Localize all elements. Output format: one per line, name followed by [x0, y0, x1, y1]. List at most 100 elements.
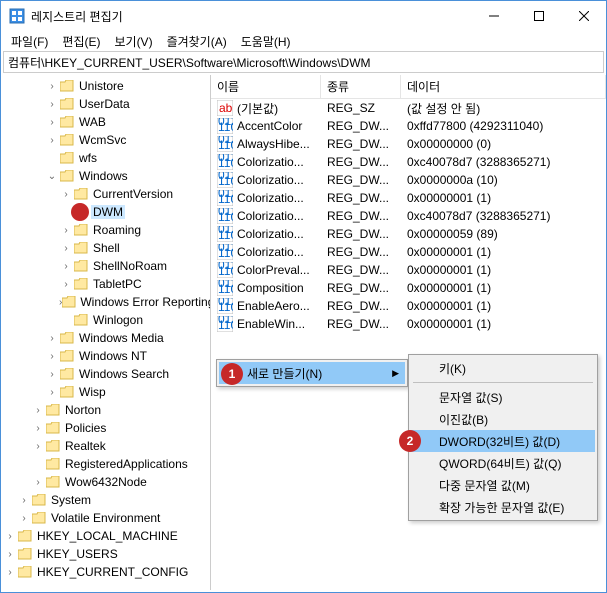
tree-item-label: Windows Error Reporting [78, 295, 211, 309]
context-item-new[interactable]: 새로 만들기(N) ▶ [219, 362, 405, 384]
list-row[interactable]: 011110Colorizatio...REG_DW...0x00000001 … [211, 243, 606, 261]
menu-favorites[interactable]: 즐겨찾기(A) [161, 31, 233, 52]
tree-item-label: Roaming [91, 223, 143, 237]
expander-icon[interactable]: › [59, 261, 73, 272]
context-item-expandstring[interactable]: 확장 가능한 문자열 값(E) [411, 496, 595, 518]
list-row[interactable]: 011110AccentColorREG_DW...0xffd77800 (42… [211, 117, 606, 135]
tree-item[interactable]: › UserData [3, 95, 208, 113]
list-pane[interactable]: 이름 종류 데이터 ab(기본값)REG_SZ(값 설정 안 됨)011110A… [211, 75, 606, 590]
list-row[interactable]: ab(기본값)REG_SZ(값 설정 안 됨) [211, 99, 606, 117]
tree-item[interactable]: › Volatile Environment [3, 509, 208, 527]
tree-item[interactable]: ›ShellNoRoam [3, 257, 208, 275]
expander-icon[interactable]: › [45, 351, 59, 362]
expander-icon[interactable]: › [31, 441, 45, 452]
expander-icon[interactable]: › [45, 387, 59, 398]
header-type[interactable]: 종류 [321, 75, 401, 99]
list-row[interactable]: 011110Colorizatio...REG_DW...0x0000000a … [211, 171, 606, 189]
value-data: 0x00000059 (89) [401, 226, 606, 242]
tree-item[interactable]: ›Shell [3, 239, 208, 257]
tree-item[interactable]: ›Realtek [3, 437, 208, 455]
tree-item[interactable]: ›WAB [3, 113, 208, 131]
context-item-qword[interactable]: QWORD(64비트) 값(Q) [411, 452, 595, 474]
tree-item-label: Volatile Environment [49, 511, 162, 525]
tree-item[interactable]: DWM [3, 203, 208, 221]
tree-item[interactable]: ›Windows Error Reporting [3, 293, 208, 311]
tree-item[interactable]: wfs [3, 149, 208, 167]
expander-icon[interactable]: › [31, 405, 45, 416]
tree-pane[interactable]: ›Unistore›UserData›WAB›WcmSvcwfs⌄Windows… [1, 75, 211, 590]
expander-icon[interactable]: › [3, 567, 17, 578]
tree-item[interactable]: Winlogon [3, 311, 208, 329]
context-item-string[interactable]: 문자열 값(S) [411, 386, 595, 408]
list-row[interactable]: 011110Colorizatio...REG_DW...0x00000059 … [211, 225, 606, 243]
expander-icon[interactable]: › [45, 117, 59, 128]
tree-item[interactable]: ›Windows Search [3, 365, 208, 383]
list-row[interactable]: 011110CompositionREG_DW...0x00000001 (1) [211, 279, 606, 297]
tree-item[interactable]: ›HKEY_CURRENT_CONFIG [3, 563, 208, 581]
context-item-dword[interactable]: 2 DWORD(32비트) 값(D) [411, 430, 595, 452]
context-item-binary[interactable]: 이진값(B) [411, 408, 595, 430]
tree-item[interactable]: ⌄Windows [3, 167, 208, 185]
menu-edit[interactable]: 편집(E) [56, 31, 106, 52]
list-row[interactable]: 011110ColorPreval...REG_DW...0x00000001 … [211, 261, 606, 279]
expander-icon[interactable]: › [3, 531, 17, 542]
expander-icon[interactable]: ⌄ [45, 171, 59, 182]
address-bar[interactable]: 컴퓨터\HKEY_CURRENT_USER\Software\Microsoft… [3, 51, 604, 73]
expander-icon[interactable]: › [31, 423, 45, 434]
expander-icon[interactable]: › [3, 549, 17, 560]
tree-item-label: UserData [77, 97, 132, 111]
close-button[interactable] [561, 1, 606, 31]
tree-item-label: TabletPC [91, 277, 144, 291]
expander-icon[interactable]: › [45, 81, 59, 92]
header-data[interactable]: 데이터 [401, 75, 606, 99]
tree-item[interactable]: ›Wow6432Node [3, 473, 208, 491]
expander-icon[interactable]: › [59, 243, 73, 254]
header-name[interactable]: 이름 [211, 75, 321, 99]
main-area: ›Unistore›UserData›WAB›WcmSvcwfs⌄Windows… [1, 75, 606, 590]
tree-item[interactable]: ›Norton [3, 401, 208, 419]
tree-view[interactable]: ›Unistore›UserData›WAB›WcmSvcwfs⌄Windows… [3, 77, 208, 581]
window-title: 레지스트리 편집기 [31, 8, 471, 25]
tree-item[interactable]: ›HKEY_USERS [3, 545, 208, 563]
menu-view[interactable]: 보기(V) [108, 31, 158, 52]
tree-item[interactable]: › HKEY_LOCAL_MACHINE [3, 527, 208, 545]
expander-icon[interactable]: › [59, 279, 73, 290]
tree-item[interactable]: RegisteredApplications [3, 455, 208, 473]
value-data: 0x00000001 (1) [401, 316, 606, 332]
tree-item[interactable]: ›System [3, 491, 208, 509]
tree-item[interactable]: › WcmSvc [3, 131, 208, 149]
expander-icon[interactable]: › [45, 135, 59, 146]
tree-item[interactable]: ›Policies [3, 419, 208, 437]
list-row[interactable]: 011110Colorizatio...REG_DW...0xc40078d7 … [211, 207, 606, 225]
expander-icon[interactable]: › [59, 225, 73, 236]
tree-item[interactable]: › TabletPC [3, 275, 208, 293]
tree-item[interactable]: › Roaming [3, 221, 208, 239]
list-row[interactable]: 011110Colorizatio...REG_DW...0xc40078d7 … [211, 153, 606, 171]
maximize-button[interactable] [516, 1, 561, 31]
binary-value-icon: 011110 [217, 136, 233, 152]
svg-text:110: 110 [218, 228, 233, 242]
list-row[interactable]: 011110Colorizatio...REG_DW...0x00000001 … [211, 189, 606, 207]
tree-item-label: HKEY_LOCAL_MACHINE [35, 529, 180, 543]
expander-icon[interactable]: › [45, 333, 59, 344]
expander-icon[interactable]: › [45, 99, 59, 110]
expander-icon[interactable]: › [59, 189, 73, 200]
expander-icon[interactable]: › [45, 369, 59, 380]
context-item-key[interactable]: 키(K) [411, 357, 595, 379]
tree-item-label: WcmSvc [77, 133, 128, 147]
expander-icon[interactable]: › [17, 513, 31, 524]
list-row[interactable]: 011110EnableAero...REG_DW...0x00000001 (… [211, 297, 606, 315]
tree-item[interactable]: ›Wisp [3, 383, 208, 401]
tree-item[interactable]: ›Unistore [3, 77, 208, 95]
expander-icon[interactable]: › [17, 495, 31, 506]
tree-item[interactable]: ›Windows Media [3, 329, 208, 347]
context-item-multistring[interactable]: 다중 문자열 값(M) [411, 474, 595, 496]
menu-file[interactable]: 파일(F) [5, 31, 54, 52]
minimize-button[interactable] [471, 1, 516, 31]
tree-item[interactable]: ›CurrentVersion [3, 185, 208, 203]
tree-item[interactable]: ›Windows NT [3, 347, 208, 365]
menu-help[interactable]: 도움말(H) [235, 31, 297, 52]
list-row[interactable]: 011110EnableWin...REG_DW...0x00000001 (1… [211, 315, 606, 333]
expander-icon[interactable]: › [31, 477, 45, 488]
list-row[interactable]: 011110AlwaysHibe...REG_DW...0x00000000 (… [211, 135, 606, 153]
